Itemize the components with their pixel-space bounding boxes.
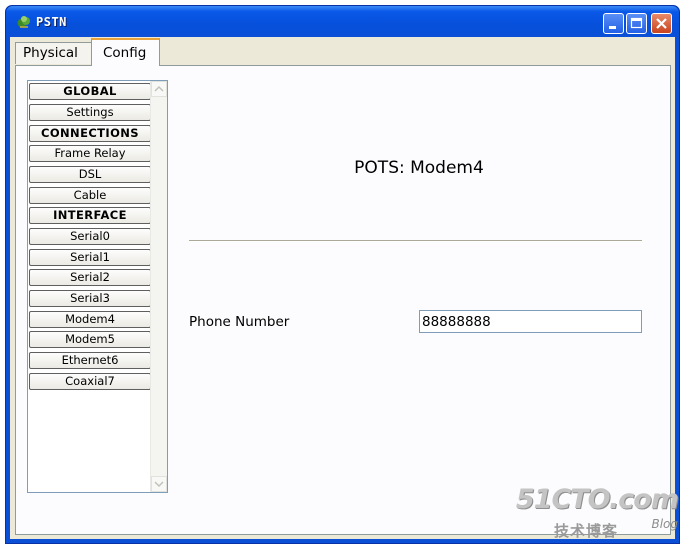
sidebar-list: GLOBAL Settings CONNECTIONS Frame Relay … bbox=[27, 80, 168, 493]
sidebar-item-ethernet6[interactable]: Ethernet6 bbox=[29, 352, 151, 369]
client-area: Physical Config GLOBAL Settings CONNECTI… bbox=[10, 37, 675, 539]
scroll-up-arrow-icon[interactable] bbox=[151, 81, 167, 97]
divider bbox=[189, 240, 642, 242]
sidebar-header-connections[interactable]: CONNECTIONS bbox=[29, 125, 151, 142]
watermark-subtitle: 技术博客 bbox=[554, 522, 619, 540]
sidebar-header-interface[interactable]: INTERFACE bbox=[29, 207, 151, 224]
sidebar-item-dsl[interactable]: DSL bbox=[29, 166, 151, 183]
pane-title: POTS: Modem4 bbox=[354, 158, 484, 178]
sidebar-item-serial2[interactable]: Serial2 bbox=[29, 269, 151, 286]
sidebar-item-coaxial7[interactable]: Coaxial7 bbox=[29, 373, 151, 390]
watermark: 51CTO.com 技术博客 Blog bbox=[516, 484, 680, 544]
maximize-icon bbox=[630, 17, 643, 29]
phone-number-input[interactable] bbox=[419, 310, 642, 333]
tab-strip: Physical Config bbox=[10, 37, 675, 66]
scroll-down-arrow-icon[interactable] bbox=[151, 476, 167, 492]
config-panel: GLOBAL Settings CONNECTIONS Frame Relay … bbox=[15, 65, 671, 535]
tab-config[interactable]: Config bbox=[91, 38, 160, 66]
title-bar[interactable]: PSTN bbox=[6, 6, 679, 37]
sidebar-item-modem4[interactable]: Modem4 bbox=[29, 311, 151, 328]
sidebar-item-settings[interactable]: Settings bbox=[29, 104, 151, 121]
tab-physical[interactable]: Physical bbox=[15, 42, 92, 64]
close-button[interactable] bbox=[651, 13, 672, 34]
minimize-button[interactable] bbox=[603, 13, 624, 34]
maximize-button[interactable] bbox=[626, 13, 647, 34]
cloud-globe-icon bbox=[17, 14, 31, 28]
sidebar-item-frame-relay[interactable]: Frame Relay bbox=[29, 145, 151, 162]
app-window: PSTN Physical Config GLOBAL Settings CON… bbox=[5, 5, 680, 544]
window-title: PSTN bbox=[36, 15, 67, 29]
close-icon bbox=[656, 18, 667, 29]
sidebar-header-global[interactable]: GLOBAL bbox=[29, 83, 151, 100]
sidebar-item-serial3[interactable]: Serial3 bbox=[29, 290, 151, 307]
watermark-logo: 51CTO.com bbox=[515, 484, 679, 515]
sidebar-scrollbar[interactable] bbox=[150, 81, 167, 492]
watermark-blog: Blog bbox=[651, 517, 678, 531]
sidebar-item-cable[interactable]: Cable bbox=[29, 187, 151, 204]
sidebar-item-modem5[interactable]: Modem5 bbox=[29, 331, 151, 348]
minimize-icon bbox=[609, 26, 616, 29]
sidebar-item-serial1[interactable]: Serial1 bbox=[29, 249, 151, 266]
phone-number-label: Phone Number bbox=[189, 314, 290, 330]
sidebar-item-serial0[interactable]: Serial0 bbox=[29, 228, 151, 245]
